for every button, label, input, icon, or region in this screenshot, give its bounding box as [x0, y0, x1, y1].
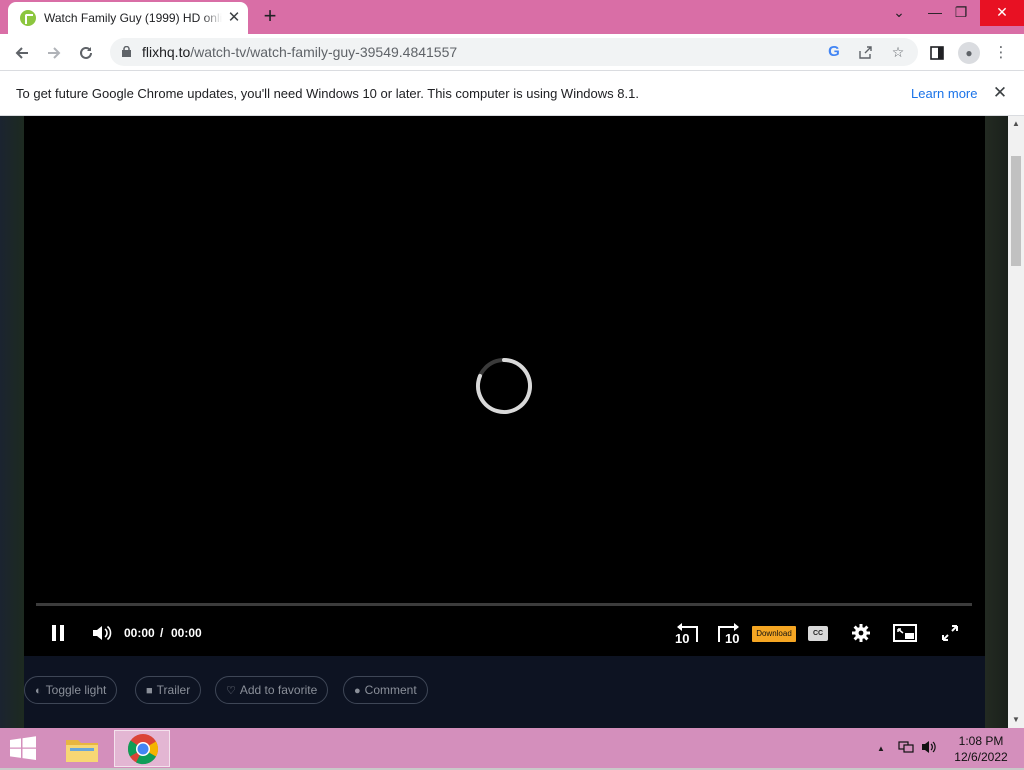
heart-icon: ♡ [226, 685, 236, 697]
progress-bar[interactable] [36, 603, 972, 606]
reload-icon [80, 46, 92, 59]
picture-in-picture-icon [893, 624, 917, 642]
trailer-label: Trailer [156, 683, 191, 697]
file-explorer-taskbar-button[interactable] [54, 730, 110, 767]
add-to-favorite-label: Add to favorite [239, 683, 318, 697]
arrow-left-icon [15, 47, 28, 59]
clock-time: 1:08 PM [958, 734, 1004, 748]
share-icon[interactable] [856, 42, 876, 62]
comment-button[interactable]: ● Comment [343, 676, 428, 704]
scroll-down-arrow-icon[interactable]: ▼ [1008, 712, 1024, 728]
gear-icon [852, 624, 870, 642]
toggle-light-label: Toggle light [45, 683, 107, 697]
forward-10-icon: 10 [718, 623, 739, 646]
back-button[interactable] [9, 40, 35, 66]
address-bar[interactable]: flixhq.to/watch-tv/watch-family-guy-3954… [110, 38, 918, 66]
rewind-10-icon: 10 [675, 623, 698, 646]
comment-icon: ● [354, 685, 361, 697]
tab-close-icon[interactable]: ✕ [226, 10, 242, 26]
svg-text:10: 10 [675, 631, 689, 644]
tray-expand-chevron-icon[interactable]: ▲ [877, 744, 885, 753]
tab-search-chevron-icon[interactable]: ⌄ [882, 0, 916, 26]
browser-toolbar: flixhq.to/watch-tv/watch-family-guy-3954… [0, 34, 1024, 71]
volume-tray-icon[interactable] [921, 740, 937, 757]
windows-taskbar: ▲ 1:08 PM 12/6/2022 [0, 728, 1024, 768]
update-infobar: To get future Google Chrome updates, you… [0, 71, 1024, 116]
comment-label: Comment [364, 683, 417, 697]
video-player[interactable]: 00:00 / 00:00 10 10 Download CC [24, 116, 985, 656]
bookmark-star-icon[interactable]: ☆ [888, 42, 908, 62]
browser-tab-strip: Watch Family Guy (1999) HD online ✕ + ⌄ … [0, 0, 1024, 34]
toggle-light-button[interactable]: ◐ Toggle light [24, 676, 118, 704]
captions-button[interactable]: CC [808, 626, 828, 641]
infobar-close-icon[interactable]: ✕ [990, 83, 1010, 103]
kebab-menu-icon[interactable]: ⋮ [990, 42, 1012, 64]
google-icon[interactable]: G [824, 42, 844, 62]
restore-button[interactable]: ❐ [944, 0, 978, 26]
loading-spinner-icon [476, 358, 532, 414]
taskbar-clock[interactable]: 1:08 PM 12/6/2022 [950, 733, 1012, 765]
url-path: /watch-tv/watch-family-guy-39549.4841557 [190, 44, 458, 60]
scroll-up-arrow-icon[interactable]: ▲ [1008, 116, 1024, 132]
side-panel-icon[interactable] [926, 42, 948, 64]
picture-in-picture-button[interactable] [892, 620, 918, 646]
video-camera-icon: ■ [146, 685, 153, 697]
tab-title: Watch Family Guy (1999) HD online [44, 11, 222, 25]
svg-text:10: 10 [725, 631, 739, 644]
forward-button[interactable] [41, 40, 67, 66]
trailer-button[interactable]: ■ Trailer [135, 676, 202, 704]
profile-avatar-icon[interactable]: ● [958, 42, 980, 64]
url-text: flixhq.to/watch-tv/watch-family-guy-3954… [142, 44, 457, 60]
network-icon[interactable] [898, 740, 914, 757]
fullscreen-button[interactable] [938, 620, 962, 646]
windows-start-icon[interactable] [8, 736, 38, 760]
scroll-thumb[interactable] [1011, 156, 1021, 266]
download-button[interactable]: Download [752, 626, 796, 642]
current-time: 00:00 [124, 626, 155, 640]
url-host: flixhq.to [142, 44, 191, 60]
rewind-10-button[interactable]: 10 [674, 620, 700, 646]
learn-more-link[interactable]: Learn more [911, 86, 977, 101]
forward-10-button[interactable]: 10 [716, 620, 742, 646]
expand-icon [942, 625, 958, 641]
half-circle-icon: ◐ [35, 685, 42, 697]
infobar-message: To get future Google Chrome updates, you… [16, 86, 639, 101]
browser-tab[interactable]: Watch Family Guy (1999) HD online ✕ [8, 2, 248, 34]
chrome-taskbar-button[interactable] [114, 730, 170, 767]
add-to-favorite-button[interactable]: ♡ Add to favorite [215, 676, 329, 704]
time-separator: / [160, 626, 164, 640]
arrow-right-icon [48, 47, 61, 59]
pause-icon [52, 625, 64, 641]
volume-button[interactable] [90, 620, 114, 646]
pause-button[interactable] [46, 620, 70, 646]
chrome-icon [127, 734, 159, 765]
lock-icon [122, 46, 131, 57]
folder-icon [66, 740, 98, 762]
page-content: 00:00 / 00:00 10 10 Download CC ◐ Toggle… [0, 116, 1008, 728]
speaker-icon [93, 625, 112, 641]
window-close-button[interactable]: ✕ [980, 0, 1024, 26]
settings-button[interactable] [850, 620, 872, 646]
reload-button[interactable] [73, 40, 99, 66]
page-scrollbar[interactable]: ▲ ▼ [1008, 116, 1024, 728]
clock-date: 12/6/2022 [954, 750, 1008, 764]
duration-time: 00:00 [171, 626, 202, 640]
site-favicon-icon [20, 10, 36, 26]
new-tab-button[interactable]: + [258, 5, 282, 29]
tab-title-fade [202, 8, 222, 28]
